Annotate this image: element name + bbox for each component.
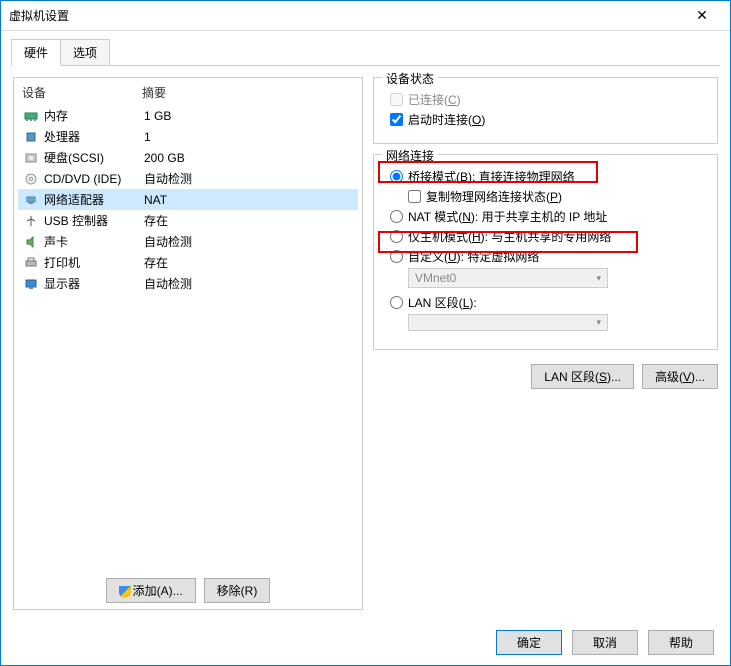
list-item[interactable]: CD/DVD (IDE) 自动检测 xyxy=(18,168,358,189)
connected-checkbox-row[interactable]: 已连接(C) xyxy=(390,91,707,108)
tabs: 硬件 选项 xyxy=(1,31,730,66)
lan-segments-button[interactable]: LAN 区段(S)... xyxy=(531,364,634,389)
device-summary: 1 xyxy=(144,130,354,144)
hardware-list-header: 设备 摘要 xyxy=(14,78,362,105)
nat-radio-row[interactable]: NAT 模式(N): 用于共享主机的 IP 地址 xyxy=(390,208,707,225)
custom-radio[interactable] xyxy=(390,250,403,263)
custom-label: 自定义(U): 特定虚拟网络 xyxy=(408,248,539,265)
device-name: 内存 xyxy=(44,107,144,124)
list-item-selected[interactable]: 网络适配器 NAT xyxy=(18,189,358,210)
usb-icon xyxy=(22,213,40,229)
add-button[interactable]: 添加(A)... xyxy=(106,578,196,603)
lanseg-radio[interactable] xyxy=(390,296,403,309)
list-item[interactable]: USB 控制器 存在 xyxy=(18,210,358,231)
replicate-label: 复制物理网络连接状态(P) xyxy=(426,188,562,205)
list-item[interactable]: 内存 1 GB xyxy=(18,105,358,126)
hardware-list-panel: 设备 摘要 内存 1 GB 处理器 1 硬盘(SCSI) 200 GB xyxy=(13,77,363,610)
device-summary: 自动检测 xyxy=(144,233,354,250)
hostonly-radio[interactable] xyxy=(390,230,403,243)
device-name: CD/DVD (IDE) xyxy=(44,172,144,186)
cancel-button[interactable]: 取消 xyxy=(572,630,638,655)
nat-label: NAT 模式(N): 用于共享主机的 IP 地址 xyxy=(408,208,607,225)
shield-icon xyxy=(119,586,131,598)
sound-icon xyxy=(22,234,40,250)
advanced-button[interactable]: 高级(V)... xyxy=(642,364,718,389)
bridged-radio-row[interactable]: 桥接模式(B): 直接连接物理网络 xyxy=(390,168,707,185)
list-item[interactable]: 处理器 1 xyxy=(18,126,358,147)
device-name: 硬盘(SCSI) xyxy=(44,149,144,166)
device-name: 网络适配器 xyxy=(44,191,144,208)
window-title: 虚拟机设置 xyxy=(9,7,682,24)
nat-radio[interactable] xyxy=(390,210,403,223)
device-summary: 自动检测 xyxy=(144,275,354,292)
hostonly-radio-row[interactable]: 仅主机模式(H): 与主机共享的专用网络 xyxy=(390,228,707,245)
list-item[interactable]: 显示器 自动检测 xyxy=(18,273,358,294)
tab-hardware[interactable]: 硬件 xyxy=(11,39,61,66)
network-connection-title: 网络连接 xyxy=(382,147,438,164)
device-name: 声卡 xyxy=(44,233,144,250)
device-name: 处理器 xyxy=(44,128,144,145)
device-summary: 存在 xyxy=(144,254,354,271)
replicate-checkbox[interactable] xyxy=(408,190,421,203)
connected-checkbox xyxy=(390,93,403,106)
titlebar: 虚拟机设置 ✕ xyxy=(1,1,730,31)
vmnet-dropdown: VMnet0 ▾ xyxy=(408,268,608,288)
device-name: 显示器 xyxy=(44,275,144,292)
device-summary: 自动检测 xyxy=(144,170,354,187)
device-status-group: 设备状态 已连接(C) 启动时连接(O) xyxy=(373,77,718,144)
display-icon xyxy=(22,276,40,292)
bridged-label: 桥接模式(B): 直接连接物理网络 xyxy=(408,168,575,185)
device-summary: 1 GB xyxy=(144,109,354,123)
list-item[interactable]: 硬盘(SCSI) 200 GB xyxy=(18,147,358,168)
tab-underline xyxy=(11,65,720,66)
dialog-footer: 确定 取消 帮助 xyxy=(1,620,730,665)
device-status-title: 设备状态 xyxy=(382,70,438,87)
lanseg-dropdown: ▾ xyxy=(408,314,608,331)
connected-label: 已连接(C) xyxy=(408,91,461,108)
network-icon xyxy=(22,192,40,208)
remove-button[interactable]: 移除(R) xyxy=(204,578,271,603)
hdd-icon xyxy=(22,150,40,166)
cpu-icon xyxy=(22,129,40,145)
replicate-checkbox-row[interactable]: 复制物理网络连接状态(P) xyxy=(408,188,707,205)
lanseg-radio-row[interactable]: LAN 区段(L): xyxy=(390,294,707,311)
printer-icon xyxy=(22,255,40,271)
vm-settings-window: 虚拟机设置 ✕ 硬件 选项 设备 摘要 内存 1 GB 处理器 1 xyxy=(0,0,731,666)
device-name: USB 控制器 xyxy=(44,212,144,229)
custom-radio-row[interactable]: 自定义(U): 特定虚拟网络 xyxy=(390,248,707,265)
hardware-list[interactable]: 内存 1 GB 处理器 1 硬盘(SCSI) 200 GB CD/DVD (ID… xyxy=(14,105,362,571)
settings-panel: 设备状态 已连接(C) 启动时连接(O) 网络连接 桥接模式(B): 直接连接物… xyxy=(373,77,718,610)
connect-on-start-label: 启动时连接(O) xyxy=(408,111,485,128)
connect-on-start-checkbox-row[interactable]: 启动时连接(O) xyxy=(390,111,707,128)
close-icon[interactable]: ✕ xyxy=(682,7,722,24)
tab-options[interactable]: 选项 xyxy=(60,39,110,66)
cd-icon xyxy=(22,171,40,187)
lanseg-label: LAN 区段(L): xyxy=(408,294,477,311)
col-summary: 摘要 xyxy=(142,84,166,101)
network-connection-group: 网络连接 桥接模式(B): 直接连接物理网络 复制物理网络连接状态(P) NAT… xyxy=(373,154,718,350)
list-item[interactable]: 声卡 自动检测 xyxy=(18,231,358,252)
device-name: 打印机 xyxy=(44,254,144,271)
chevron-down-icon: ▾ xyxy=(596,273,601,284)
device-summary: 存在 xyxy=(144,212,354,229)
ok-button[interactable]: 确定 xyxy=(496,630,562,655)
memory-icon xyxy=(22,108,40,124)
vmnet-value: VMnet0 xyxy=(415,271,456,285)
help-button[interactable]: 帮助 xyxy=(648,630,714,655)
device-summary: NAT xyxy=(144,193,354,207)
chevron-down-icon: ▾ xyxy=(596,317,601,328)
connect-on-start-checkbox[interactable] xyxy=(390,113,403,126)
bridged-radio[interactable] xyxy=(390,170,403,183)
dialog-body: 设备 摘要 内存 1 GB 处理器 1 硬盘(SCSI) 200 GB xyxy=(1,67,730,620)
add-button-label: 添加(A)... xyxy=(133,584,183,598)
list-item[interactable]: 打印机 存在 xyxy=(18,252,358,273)
network-extra-buttons: LAN 区段(S)... 高级(V)... xyxy=(373,360,718,393)
hardware-buttons: 添加(A)... 移除(R) xyxy=(14,571,362,609)
device-summary: 200 GB xyxy=(144,151,354,165)
hostonly-label: 仅主机模式(H): 与主机共享的专用网络 xyxy=(408,228,611,245)
col-device: 设备 xyxy=(22,84,142,101)
